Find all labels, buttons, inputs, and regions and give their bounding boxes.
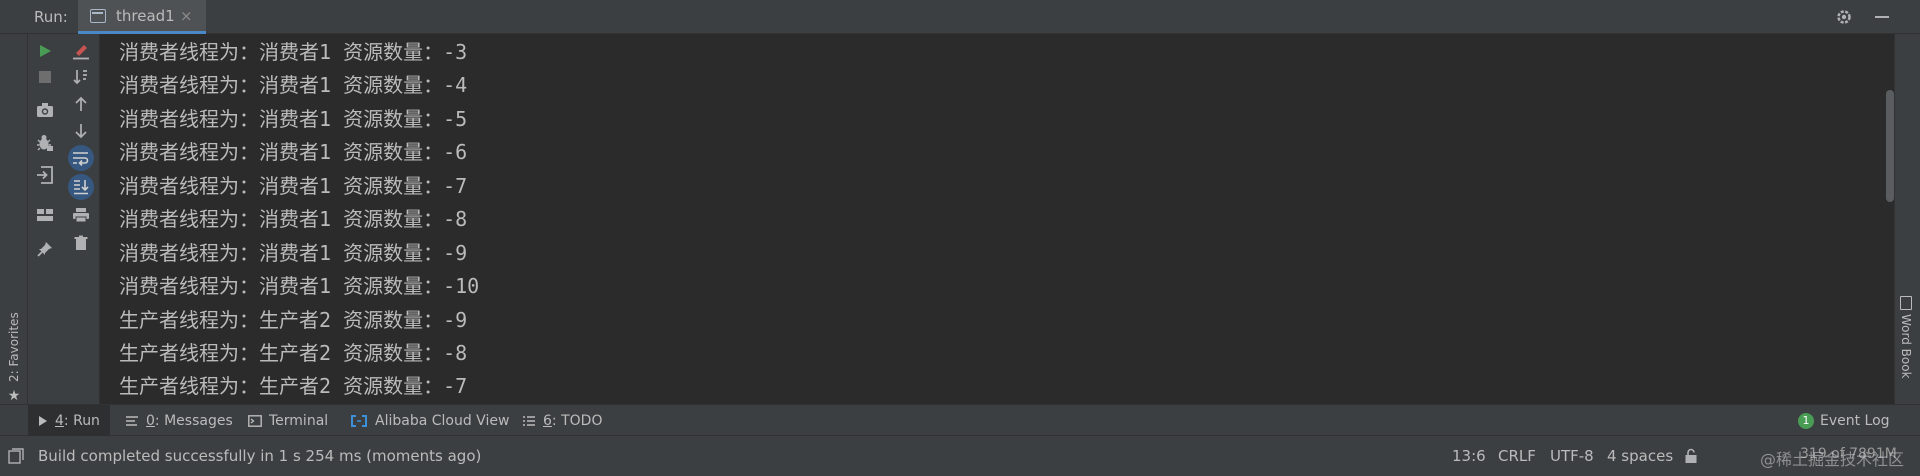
tool-window-bar: 4: Run 0: Messages Terminal Alibaba Clou… — [0, 404, 1920, 436]
layout-icon[interactable] — [32, 202, 58, 228]
tab-todo-label: 6: TODO — [543, 412, 603, 429]
terminal-icon — [248, 414, 262, 427]
camera-icon[interactable] — [32, 97, 58, 123]
caret-position[interactable]: 13:6 — [1452, 436, 1486, 476]
tab-terminal[interactable]: Terminal — [238, 405, 338, 436]
favorites-tab[interactable]: ★ 2: Favorites — [3, 294, 25, 404]
trash-icon[interactable] — [68, 230, 94, 256]
event-log-button[interactable]: 1 Event Log — [1798, 405, 1890, 436]
tab-alibaba-label: Alibaba Cloud View — [375, 412, 510, 429]
messages-icon — [126, 415, 138, 426]
run-header: Run: thread1 × — [0, 0, 1920, 34]
soft-wrap-icon[interactable] — [68, 145, 94, 171]
alibaba-cloud-icon — [351, 414, 367, 427]
console-line: 消费者线程为：消费者1 资源数量：-4 — [119, 73, 468, 97]
console-line: 消费者线程为：消费者1 资源数量：-7 — [119, 174, 468, 198]
tab-messages-label: 0: Messages — [146, 412, 233, 429]
status-bar: Build completed successfully in 1 s 254 … — [0, 436, 1920, 476]
tab-messages[interactable]: 0: Messages — [115, 405, 243, 436]
watermark-text: @稀土掘金技术社区 — [1760, 450, 1905, 469]
pin-icon[interactable] — [32, 236, 58, 262]
todo-icon — [523, 415, 535, 426]
arrow-down-icon[interactable] — [68, 118, 94, 144]
tab-alibaba-cloud-view[interactable]: Alibaba Cloud View — [340, 405, 519, 436]
console-line: 消费者线程为：消费者1 资源数量：-10 — [119, 274, 480, 298]
tab-terminal-label: Terminal — [269, 412, 329, 429]
arrow-up-icon[interactable] — [68, 91, 94, 117]
console-line: 消费者线程为：消费者1 资源数量：-5 — [119, 107, 468, 131]
console-line: 生产者线程为：生产者2 资源数量：-9 — [119, 308, 468, 332]
rerun-icon[interactable] — [32, 38, 58, 64]
console-line: 消费者线程为：消费者1 资源数量：-9 — [119, 241, 468, 265]
print-icon[interactable] — [68, 202, 94, 228]
scroll-to-end-icon[interactable] — [68, 174, 94, 200]
tab-todo[interactable]: 6: TODO — [512, 405, 612, 436]
tab-thread1[interactable]: thread1 × — [78, 0, 206, 34]
console-toolbar — [62, 34, 100, 404]
minimize-icon[interactable] — [1870, 5, 1894, 29]
gear-icon[interactable] — [1832, 5, 1856, 29]
console-line: 生产者线程为：生产者2 资源数量：-8 — [119, 341, 468, 365]
lock-icon[interactable] — [1684, 436, 1698, 476]
console-line: 消费者线程为：消费者1 资源数量：-3 — [119, 40, 468, 64]
event-count-badge: 1 — [1798, 412, 1814, 429]
console-line: 生产者线程为：生产者2 资源数量：-7 — [119, 374, 468, 398]
event-log-label: Event Log — [1820, 412, 1890, 429]
console-output[interactable]: 消费者线程为：消费者1 资源数量：-3 消费者线程为：消费者1 资源数量：-4 … — [100, 34, 1884, 404]
line-separator[interactable]: CRLF — [1498, 436, 1536, 476]
tab-label: thread1 — [116, 7, 175, 25]
play-icon — [39, 415, 47, 426]
debug-icon[interactable] — [32, 130, 58, 156]
tab-run-label: 4: Run — [55, 412, 100, 429]
left-tool-stripe: ★ 2: Favorites — [0, 34, 28, 404]
run-label: Run: — [34, 8, 68, 26]
book-icon — [1900, 296, 1912, 310]
stop-icon[interactable] — [32, 64, 58, 90]
vertical-scrollbar[interactable] — [1886, 90, 1894, 202]
status-left: Build completed successfully in 1 s 254 … — [8, 436, 481, 476]
word-book-label: Word Book — [1899, 314, 1913, 379]
console-line: 消费者线程为：消费者1 资源数量：-6 — [119, 140, 468, 164]
console-icon — [90, 9, 106, 23]
indent-setting[interactable]: 4 spaces — [1607, 436, 1673, 476]
file-encoding[interactable]: UTF-8 — [1550, 436, 1594, 476]
word-book-tab[interactable]: Word Book — [1899, 296, 1913, 379]
tab-run[interactable]: 4: Run — [28, 405, 110, 436]
run-toolbar — [28, 34, 62, 404]
clear-all-icon[interactable] — [68, 38, 94, 64]
console-line: 消费者线程为：消费者1 资源数量：-8 — [119, 207, 468, 231]
sort-icon[interactable] — [68, 64, 94, 90]
restore-layout-icon[interactable] — [32, 162, 58, 188]
favorites-label: 2: Favorites — [7, 312, 21, 382]
close-icon[interactable]: × — [180, 7, 193, 25]
build-status-icon[interactable] — [8, 448, 24, 464]
right-tool-stripe: Word Book — [1894, 34, 1920, 404]
star-icon: ★ — [6, 388, 22, 404]
build-status-message[interactable]: Build completed successfully in 1 s 254 … — [38, 447, 481, 465]
